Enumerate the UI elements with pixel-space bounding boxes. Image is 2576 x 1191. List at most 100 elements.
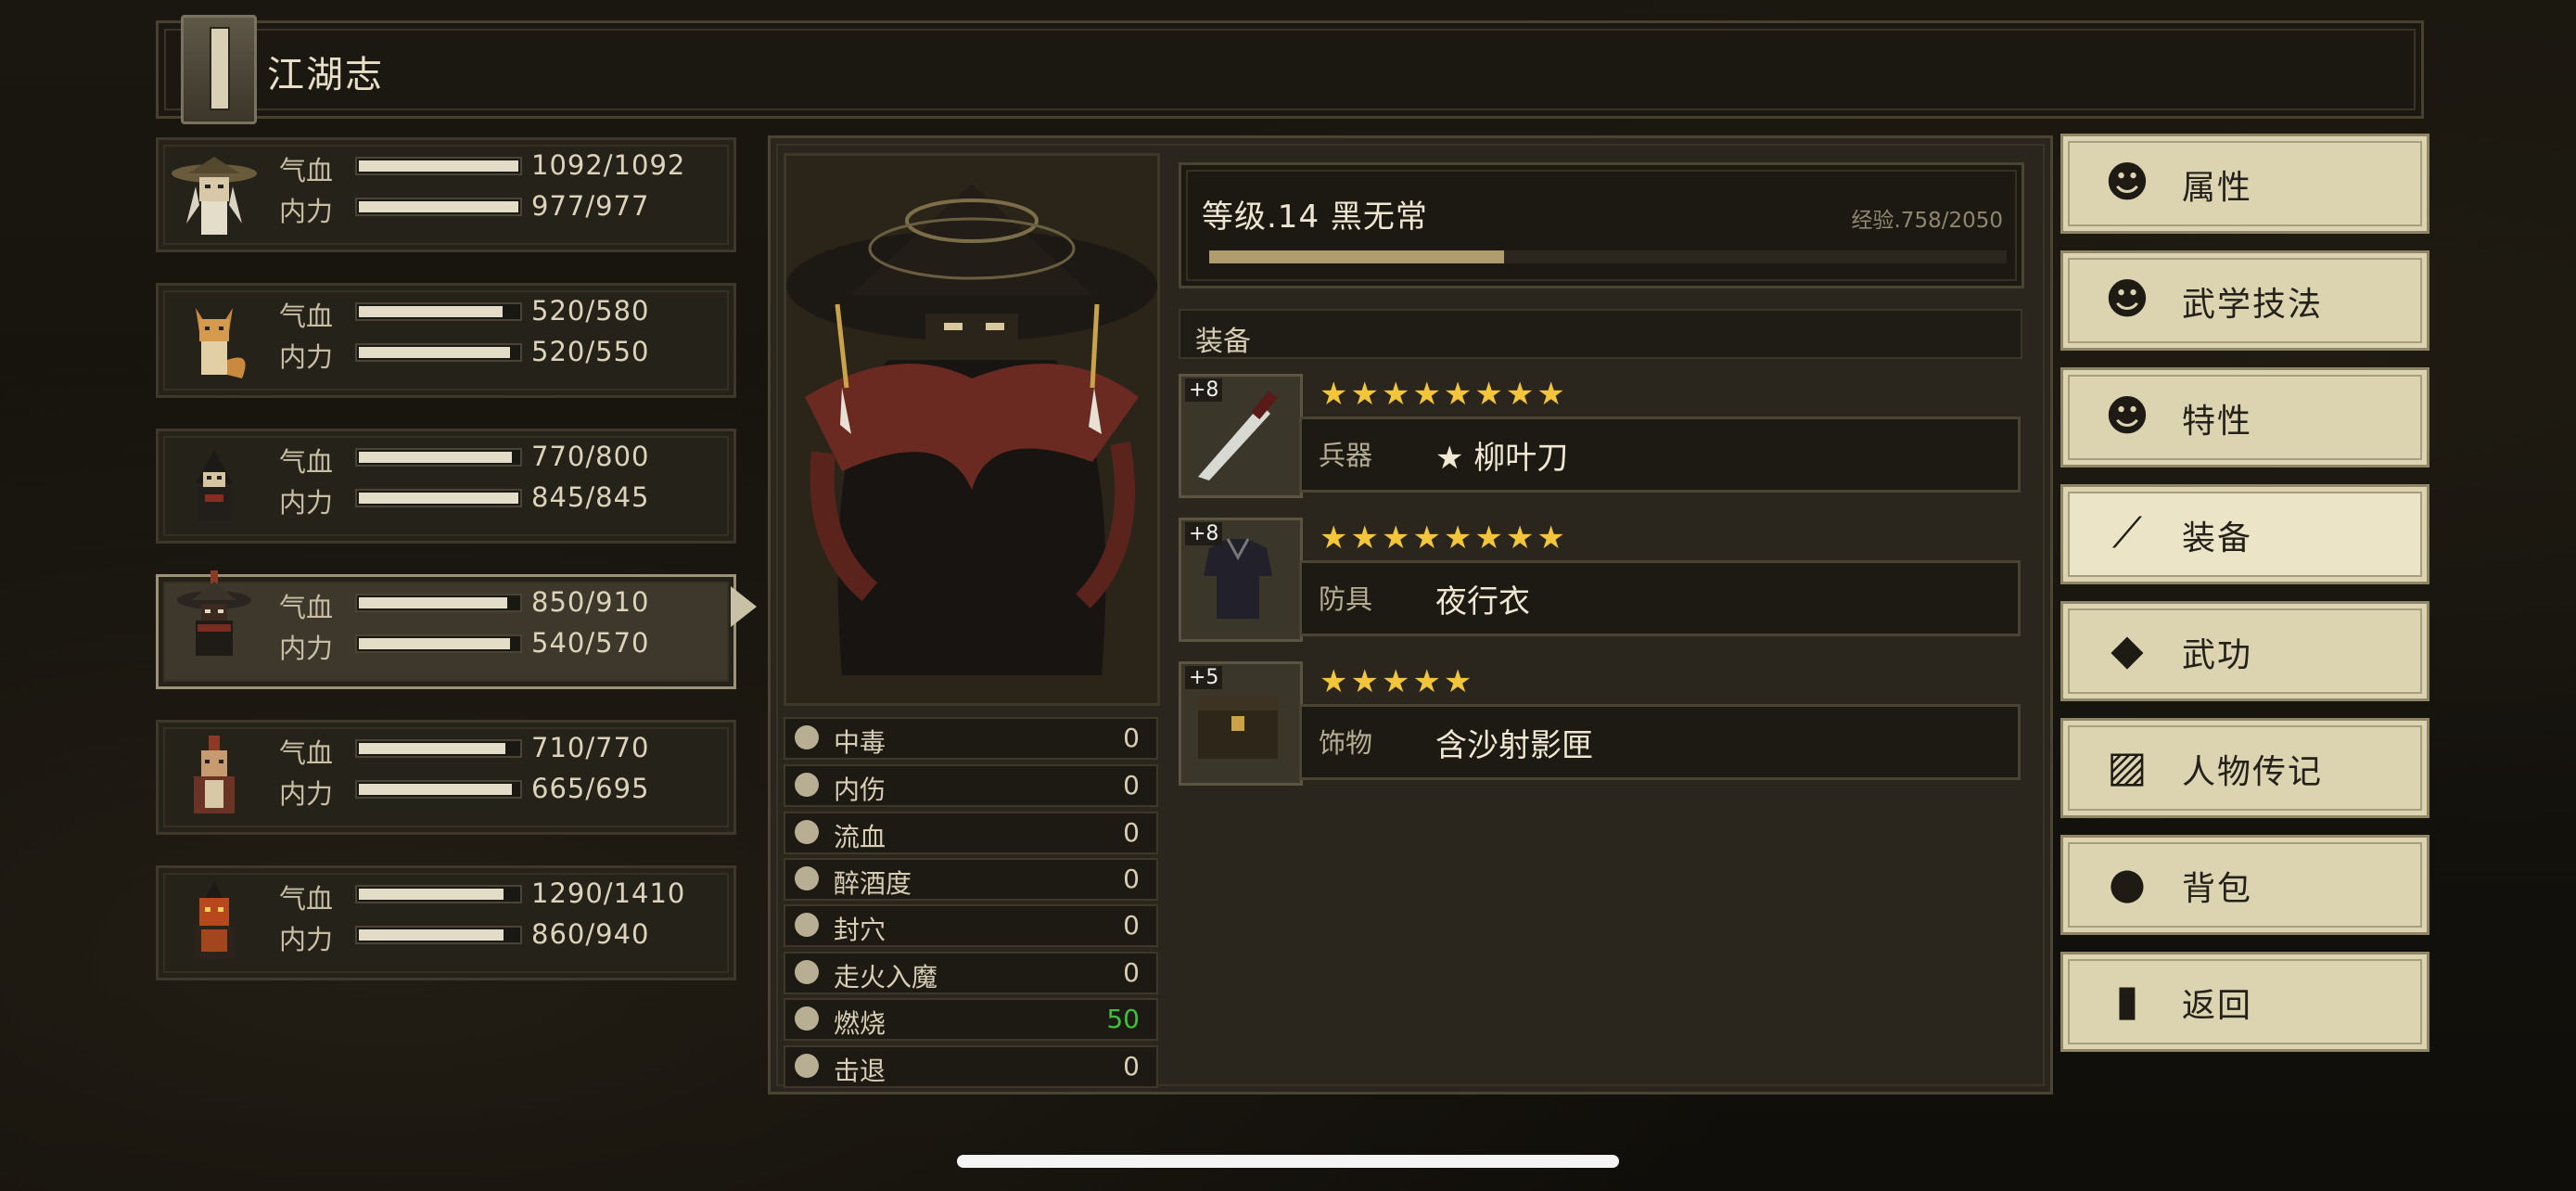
menu-label: 背包 [2182,870,2253,908]
fox-icon [196,308,246,378]
hooded-assassin-icon [196,450,233,520]
black-hat-icon [177,570,251,656]
hp-value: 850/910 [531,586,650,618]
status-name: 中毒 [834,727,886,758]
journal-book-icon [181,15,257,124]
party-list: 气血 1092/1092 内力 977/977 气血 520/580 内力 52… [156,137,736,1011]
mp-value: 520/550 [531,336,650,367]
menu-button-equipment[interactable]: ⟋ 装备 [2060,484,2429,584]
status-value: 0 [1123,864,1140,894]
broken-heart-icon [795,773,819,797]
status-internal-injury: 内伤 0 [784,764,1158,807]
status-name: 醉酒度 [834,868,912,899]
mp-bar-fill [359,638,510,649]
menu-label: 属性 [2182,169,2253,207]
mp-bar-fill [359,201,518,212]
hp-value: 770/800 [531,441,650,472]
blood-drop-icon [795,820,819,844]
status-value: 0 [1123,723,1140,753]
menu-button-biography[interactable]: ▨ 人物传记 [2060,718,2429,818]
status-name: 封穴 [834,915,886,945]
hp-bar [355,594,522,612]
mp-value: 845/845 [531,481,650,513]
hp-label: 气血 [279,155,334,186]
status-name: 燃烧 [834,1008,886,1039]
menu-label: 武学技法 [2182,286,2324,324]
enhance-level: +8 [1185,378,1223,402]
poison-icon [795,725,819,749]
title-bar [156,20,2424,119]
party-member-card[interactable]: 气血 520/580 内力 520/550 [156,283,736,398]
party-member-card[interactable]: 气血 770/800 内力 845/845 [156,429,736,544]
status-bleed: 流血 0 [784,812,1158,854]
accessory-slot[interactable]: +5 [1179,661,1303,786]
acupoint-icon [795,913,819,937]
hp-bar [355,739,522,758]
character-portrait [784,153,1160,706]
equipment-armor[interactable]: +8 ★★★★★★★★ 防具 夜行衣 [1179,518,2021,647]
equipment-type: 兵器 [1319,440,1373,471]
scroll-icon: ▨ [2107,741,2148,791]
menu-label: 武功 [2182,636,2253,674]
mp-bar [355,926,522,944]
menu-label: 特性 [2182,403,2253,441]
mp-bar-fill [359,929,504,941]
equipment-type: 饰物 [1319,727,1373,759]
mp-value: 665/695 [531,773,650,804]
status-value: 0 [1123,1051,1140,1082]
drunk-face-icon [795,866,819,890]
hp-bar-fill [359,306,503,317]
equipment-row[interactable]: 兵器 ★ 柳叶刀 [1299,416,2021,493]
page-title: 江湖志 [267,54,384,96]
mp-bar [355,780,522,799]
straw-hat-elder-icon [172,157,257,235]
menu-button-martial-arts[interactable]: ◆ 武功 [2060,601,2429,701]
trait-person-icon: ☻ [2105,391,2149,441]
mp-value: 860/940 [531,918,650,950]
status-value: 50 [1106,1004,1140,1034]
hp-bar-fill [359,160,518,172]
equipment-accessory[interactable]: +5 ★★★★★ 饰物 含沙射影匣 [1179,661,2021,791]
menu-button-traits[interactable]: ☻ 特性 [2060,367,2429,467]
equipment-row[interactable]: 饰物 含沙射影匣 [1299,704,2021,780]
home-indicator[interactable] [957,1155,1619,1168]
level-title: 等级.14 黑无常 [1202,198,1428,236]
menu-button-attributes[interactable]: ☻ 属性 [2060,134,2429,234]
equipment-weapon[interactable]: +8 ★★★★★★★★ 兵器 ★ 柳叶刀 [1179,374,2021,504]
hp-bar [355,448,522,467]
hp-bar [355,157,522,175]
flame-icon [795,1006,819,1031]
equipment-row[interactable]: 防具 夜行衣 [1299,560,2021,636]
warrior-icon [194,736,235,813]
hp-label: 气血 [279,592,334,623]
mp-bar-fill [359,493,518,504]
selection-arrow-icon [731,586,757,627]
party-member-card[interactable]: 气血 710/770 内力 665/695 [156,720,736,835]
status-poison: 中毒 0 [784,717,1158,760]
mp-bar-fill [359,784,512,795]
mp-bar [355,198,522,216]
party-member-card-selected[interactable]: 气血 850/910 内力 540/570 [156,570,736,689]
status-sealed-points: 封穴 0 [784,904,1158,947]
book-icon: ◆ [2111,624,2144,674]
party-member-card[interactable]: 气血 1290/1410 内力 860/940 [156,865,736,980]
status-name: 流血 [834,822,886,852]
level-box: 等级.14 黑无常 经验.758/2050 [1179,162,2024,288]
status-drunk: 醉酒度 0 [784,858,1158,901]
status-value: 0 [1123,817,1140,848]
weapon-slot[interactable]: +8 [1179,374,1303,498]
menu-button-backpack[interactable]: ● 背包 [2060,835,2429,935]
equipment-name: ★ 柳叶刀 [1435,440,1569,477]
hp-bar-fill [359,452,512,463]
armor-slot[interactable]: +8 [1179,518,1303,642]
equipment-name: 夜行衣 [1435,583,1530,621]
status-burn: 燃烧 50 [784,998,1158,1041]
black-impermanence-portrait-icon [786,156,1157,703]
party-member-card[interactable]: 气血 1092/1092 内力 977/977 [156,137,736,252]
mp-bar-fill [359,347,510,358]
hp-label: 气血 [279,883,334,915]
status-knockback: 击退 0 [784,1045,1158,1088]
menu-button-back[interactable]: ▮ 返回 [2060,952,2429,1052]
red-mask-icon [194,881,235,959]
menu-button-martial-techniques[interactable]: ☻ 武学技法 [2060,250,2429,351]
